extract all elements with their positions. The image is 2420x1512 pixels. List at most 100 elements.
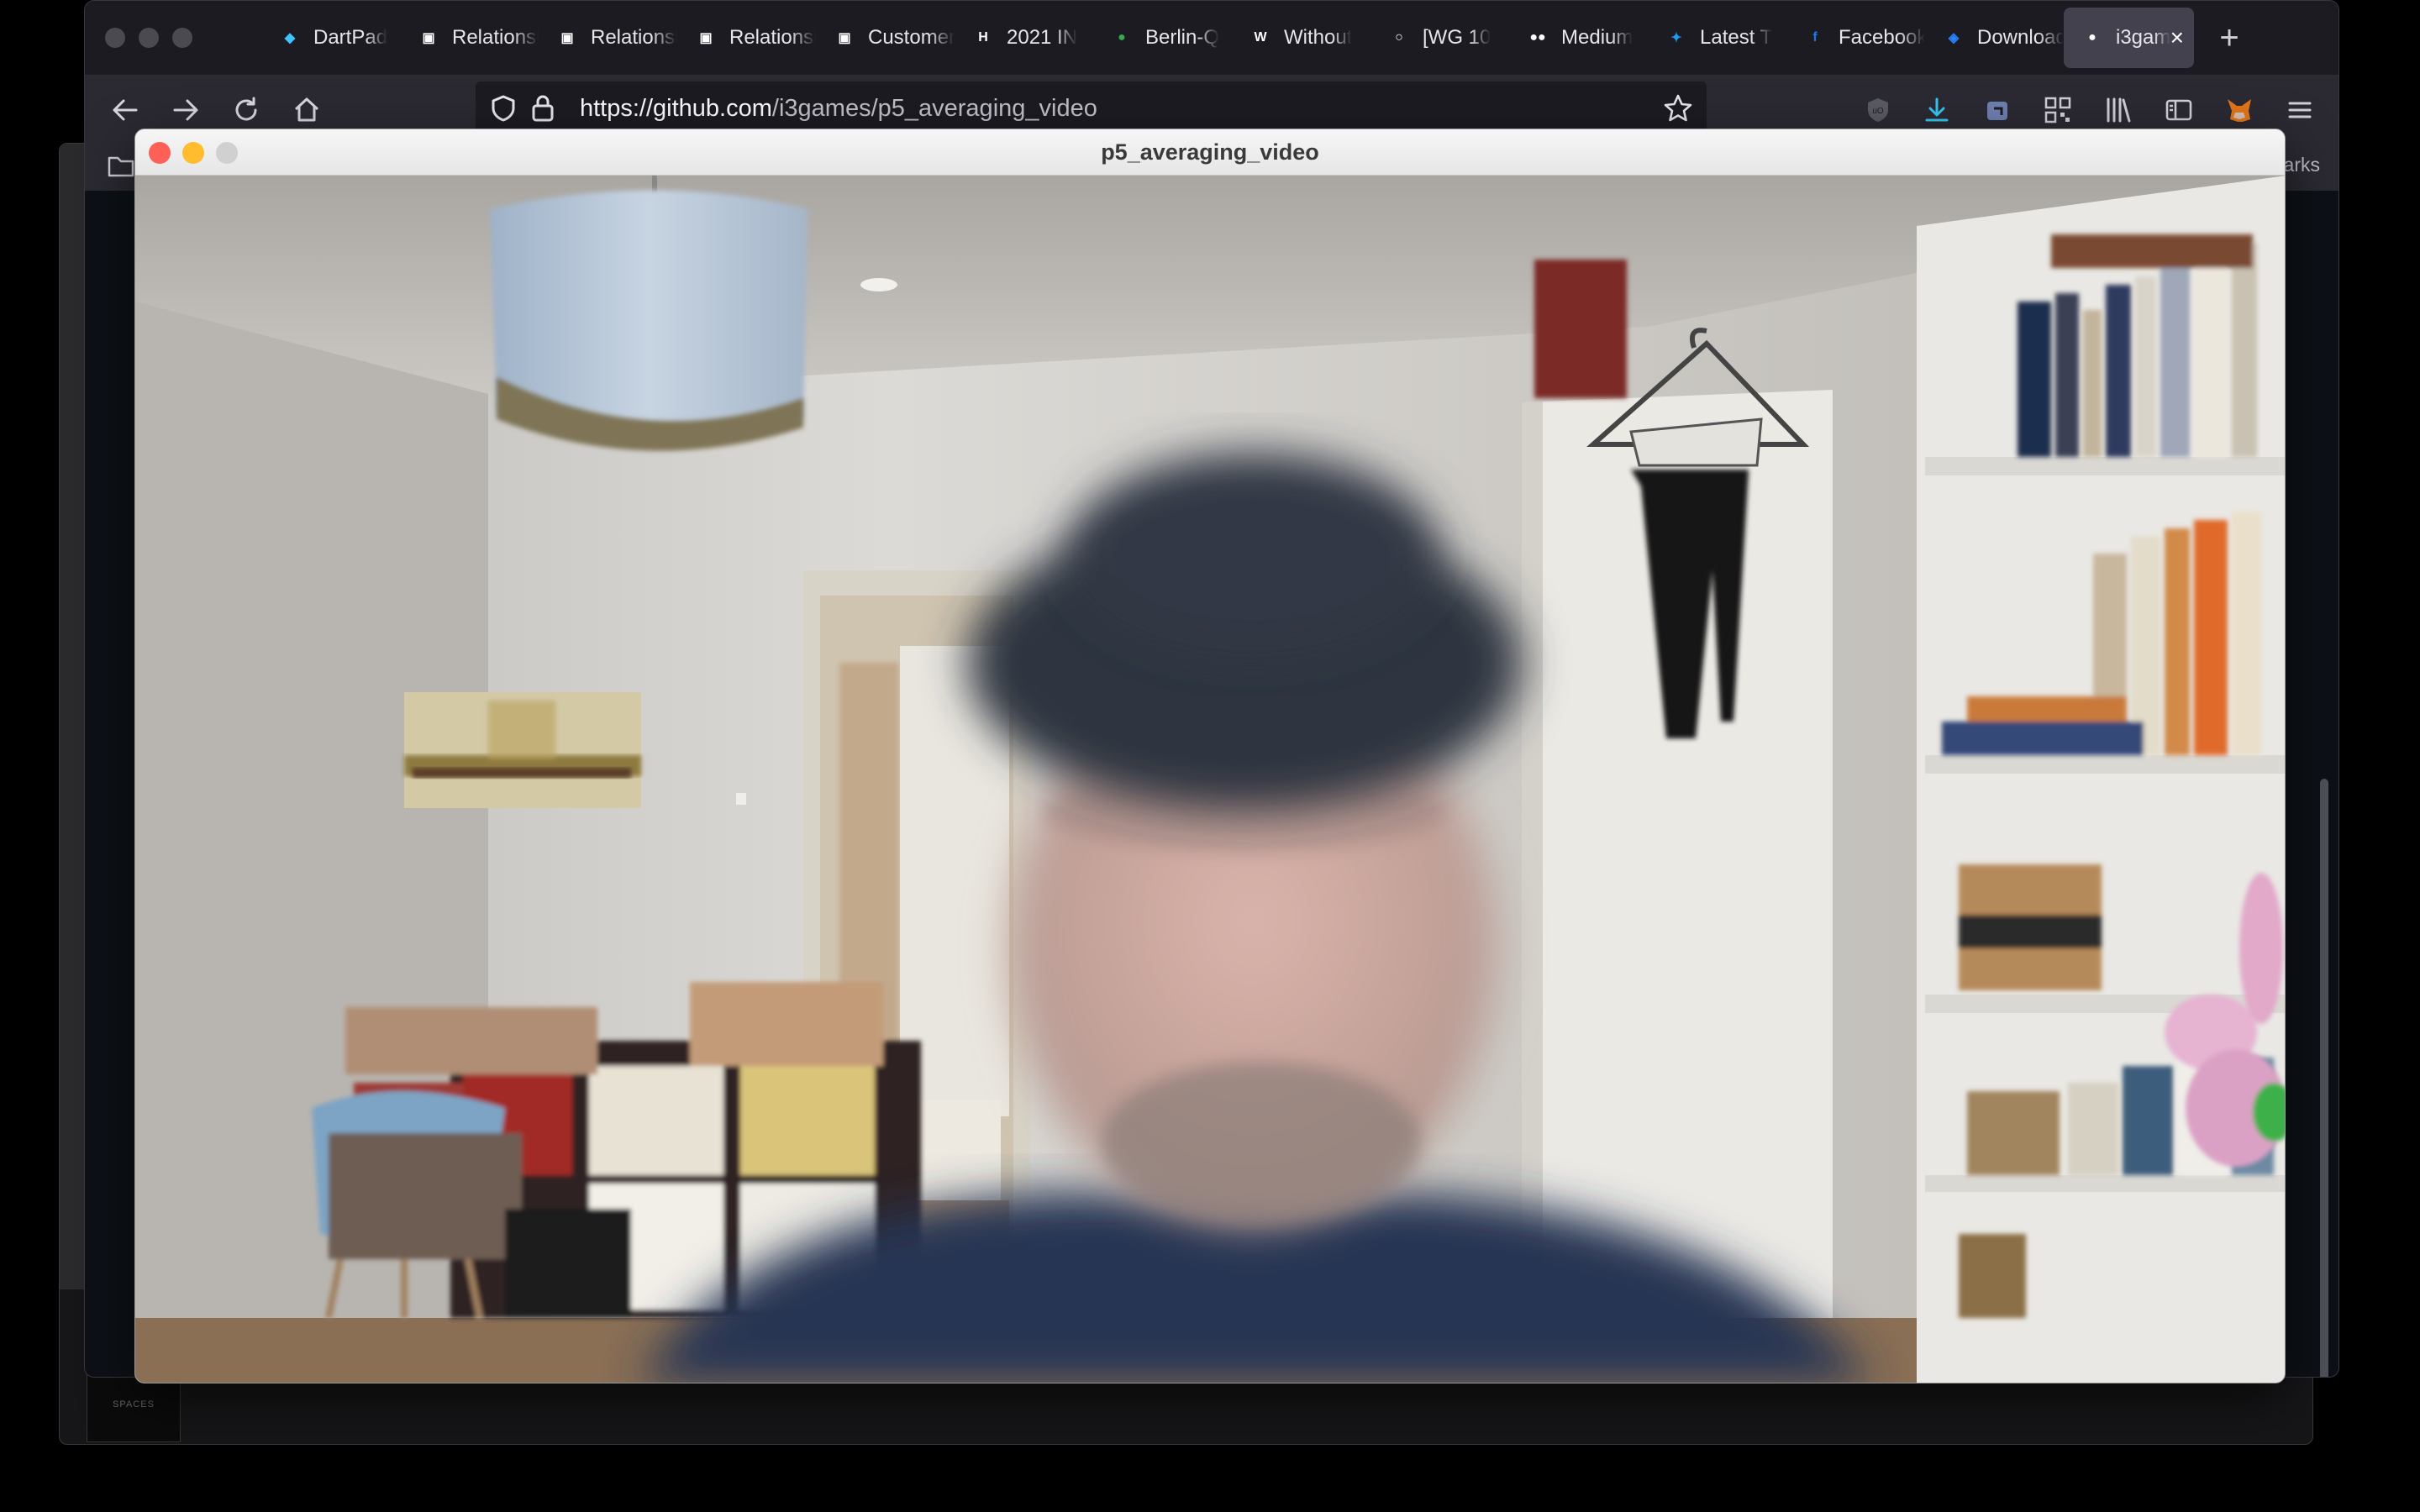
window-minimize-button[interactable] xyxy=(139,28,159,48)
qr-code-icon xyxy=(2044,97,2071,123)
folder-icon[interactable] xyxy=(107,154,135,179)
extension-button[interactable] xyxy=(1981,93,2014,127)
app-icon: ▣ xyxy=(560,31,574,45)
wardrobe xyxy=(1522,260,1833,1318)
medium-icon: ●● xyxy=(1529,30,1546,45)
circle-icon: ○ xyxy=(1395,30,1403,45)
browser-tab[interactable]: H 2021 IN xyxy=(955,8,1093,68)
url-domain: https://github.com xyxy=(580,95,772,122)
wall-painting xyxy=(404,692,641,808)
ublock-extension-icon[interactable]: uO xyxy=(1861,93,1895,127)
app-icon: ▣ xyxy=(838,31,851,45)
metamask-extension-button[interactable] xyxy=(2223,93,2256,127)
tab-label: Latest T xyxy=(1700,26,1773,49)
hamburger-menu-icon xyxy=(2288,102,2312,118)
app-icon: W xyxy=(1254,30,1267,45)
facebook-icon: f xyxy=(1812,30,1818,45)
ceiling-spotlight xyxy=(860,278,897,291)
lock-icon[interactable] xyxy=(531,94,555,123)
back-button[interactable] xyxy=(107,92,144,129)
browser-tab[interactable]: ○ [WG 10 xyxy=(1370,8,1509,68)
tracking-shield-icon[interactable] xyxy=(491,95,516,122)
home-icon xyxy=(294,97,319,122)
person-hat-crown xyxy=(1068,453,1438,654)
tab-label: DartPad xyxy=(313,26,388,49)
forward-arrow-icon xyxy=(173,99,198,121)
library-icon xyxy=(2107,97,2131,123)
tab-label: Relationships xyxy=(591,26,677,49)
browser-tab[interactable]: ●● Medium xyxy=(1509,8,1648,68)
other-bookmarks-label[interactable]: arks xyxy=(2284,154,2320,176)
sidebar-toggle-button[interactable] xyxy=(2162,93,2196,127)
tab-label: Berlin-Q xyxy=(1145,26,1220,49)
browser-tab[interactable]: ◆ DartPad xyxy=(261,8,400,68)
browser-tab[interactable]: ▣ Relationships xyxy=(539,8,677,68)
tab-label: [WG 10 xyxy=(1423,26,1491,49)
browser-tab[interactable]: ◈ Downloads xyxy=(1925,8,2064,68)
browser-tab[interactable]: ▣ Relationships xyxy=(677,8,816,68)
url-path: /i3games/p5_averaging_video xyxy=(771,95,1097,122)
back-arrow-icon xyxy=(113,99,138,121)
browser-tab[interactable]: ✦ Latest T xyxy=(1648,8,1786,68)
album-art-text: SPACES xyxy=(113,1399,155,1410)
url-bar[interactable]: https://github.com/i3games/p5_averaging_… xyxy=(476,81,1707,135)
browser-tab[interactable]: ● Berlin-Q xyxy=(1093,8,1232,68)
browser-tab[interactable]: W Without xyxy=(1232,8,1370,68)
tab-label: Relationships xyxy=(452,26,539,49)
bookmark-star-icon[interactable] xyxy=(1663,93,1693,123)
home-button[interactable] xyxy=(288,92,325,129)
fox-icon xyxy=(2228,99,2251,122)
github-icon: ● xyxy=(2088,30,2096,45)
maps-pin-icon: ● xyxy=(1118,30,1126,45)
backpack xyxy=(505,1209,631,1318)
tab-list: ◆ DartPad ▣ Relationships ▣ Relationships ▣ Rel… xyxy=(261,8,2254,68)
puzzle-extension-icon xyxy=(1987,102,2007,120)
tab-label: 2021 IN xyxy=(1007,26,1078,49)
twitter-icon: ✦ xyxy=(1670,31,1682,45)
page-scrollbar[interactable] xyxy=(2320,779,2328,1377)
framed-poster xyxy=(1534,260,1627,398)
bookshelf-right xyxy=(1917,176,2285,1383)
app-menu-button[interactable] xyxy=(2283,93,2317,127)
tab-label: Downloads xyxy=(1977,26,2064,49)
tab-label: Customer xyxy=(868,26,955,49)
pendant-lamp xyxy=(490,176,808,451)
browser-tab[interactable]: ▣ Relationships xyxy=(400,8,539,68)
qr-code-button[interactable] xyxy=(2041,93,2075,127)
url-text[interactable]: https://github.com/i3games/p5_averaging_… xyxy=(580,81,1097,135)
tab-strip: ◆ DartPad ▣ Relationships ▣ Relationships ▣ Rel… xyxy=(85,1,2338,75)
p5-sketch-window: p5_averaging_video xyxy=(134,129,2286,1383)
sidebar-icon xyxy=(2165,99,2192,121)
new-tab-button[interactable]: + xyxy=(2204,13,2254,63)
light-switch xyxy=(736,793,746,805)
tab-label: Facebook xyxy=(1839,26,1925,49)
tab-close-icon[interactable]: × xyxy=(2170,26,2184,50)
forward-button[interactable] xyxy=(167,92,204,129)
reload-button[interactable] xyxy=(228,92,265,129)
person-beard xyxy=(1102,1062,1421,1221)
window-zoom-button[interactable] xyxy=(172,28,192,48)
ublock-shield-icon: uO xyxy=(1868,98,1888,122)
jira-icon: ◈ xyxy=(1948,31,1960,45)
svg-text:uO: uO xyxy=(1872,107,1884,116)
browser-tab[interactable]: f Facebook xyxy=(1786,8,1925,68)
download-icon xyxy=(1925,97,1949,122)
sketch-titlebar[interactable]: p5_averaging_video xyxy=(135,129,2285,176)
app-icon: ▣ xyxy=(422,31,435,45)
window-close-button[interactable] xyxy=(105,28,125,48)
tab-label: i3games xyxy=(2116,26,2170,49)
tab-label: Medium xyxy=(1561,26,1634,49)
sketch-title: p5_averaging_video xyxy=(1101,139,1319,165)
reload-icon xyxy=(235,97,257,121)
webcam-video-canvas[interactable] xyxy=(135,176,2285,1383)
library-button[interactable] xyxy=(2102,93,2135,127)
app-icon: ▣ xyxy=(699,31,713,45)
browser-tab[interactable]: ▣ Customer xyxy=(816,8,955,68)
downloads-button[interactable] xyxy=(1920,93,1954,127)
tab-label: Relationships xyxy=(729,26,816,49)
averaged-webcam-frame xyxy=(135,176,2285,1383)
dart-icon: ◆ xyxy=(284,31,296,45)
tab-label: Without xyxy=(1284,26,1353,49)
browser-tab[interactable]: ● i3games× xyxy=(2064,8,2194,68)
ht-icon: H xyxy=(978,30,988,45)
